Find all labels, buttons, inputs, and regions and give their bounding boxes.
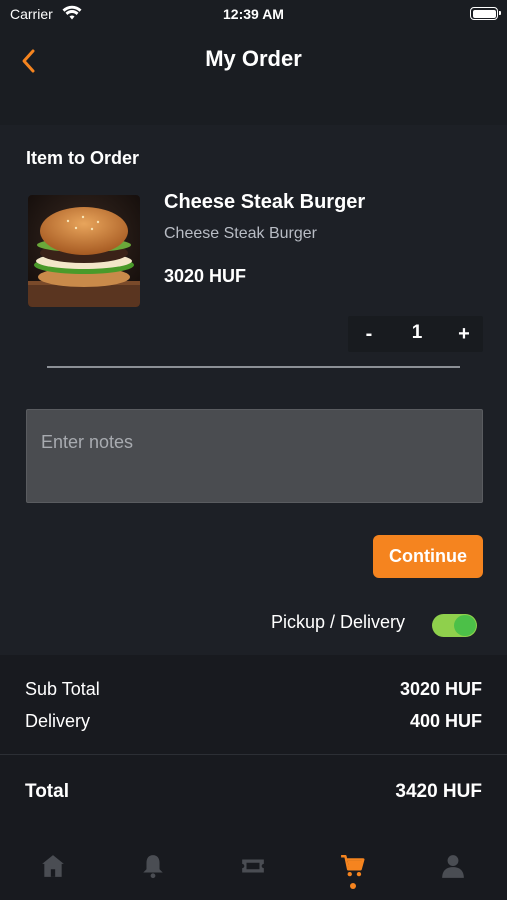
delivery-toggle[interactable]	[432, 614, 477, 637]
notes-field[interactable]	[26, 409, 483, 503]
tab-bar	[0, 845, 507, 900]
home-icon	[42, 855, 64, 877]
ticket-icon	[242, 859, 264, 873]
tab-profile[interactable]	[433, 853, 473, 893]
delivery-toggle-label: Pickup / Delivery	[271, 612, 406, 632]
quantity-value: 1	[411, 322, 423, 343]
item-price: 3020 HUF	[164, 266, 247, 286]
quantity-stepper: - 1 +	[348, 316, 483, 352]
delivery-value: 400 HUF	[409, 711, 482, 731]
summary-divider	[0, 754, 507, 755]
tab-tickets[interactable]	[233, 853, 273, 893]
tab-cart[interactable]	[333, 853, 373, 893]
notes-input[interactable]	[27, 410, 482, 502]
item-name: Cheese Steak Burger	[164, 191, 366, 213]
tab-notifications[interactable]	[133, 853, 173, 893]
total-label: Total	[25, 781, 69, 802]
delivery-label: Delivery	[25, 711, 91, 731]
cart-icon	[341, 855, 365, 877]
active-tab-indicator	[350, 883, 356, 889]
user-icon	[442, 855, 464, 878]
total-value: 3420 HUF	[395, 781, 482, 802]
tab-home[interactable]	[33, 853, 73, 893]
navigation-bar: My Order	[0, 28, 507, 125]
subtotal-value: 3020 HUF	[399, 679, 482, 699]
status-bar: Carrier 12:39 AM	[0, 0, 507, 28]
page-title: My Order	[205, 46, 302, 71]
increase-quantity-button[interactable]: +	[449, 316, 479, 352]
item-description: Cheese Steak Burger	[164, 225, 317, 242]
burger-image	[28, 195, 140, 307]
section-title: Item to Order	[26, 148, 140, 168]
battery-icon	[470, 7, 501, 20]
decrease-quantity-button[interactable]: -	[354, 316, 384, 352]
bell-icon	[143, 855, 163, 879]
continue-button[interactable]: Continue	[373, 535, 483, 578]
subtotal-label: Sub Total	[25, 679, 100, 699]
clock: 12:39 AM	[223, 6, 284, 22]
divider	[47, 366, 460, 368]
toggle-knob	[454, 615, 476, 636]
